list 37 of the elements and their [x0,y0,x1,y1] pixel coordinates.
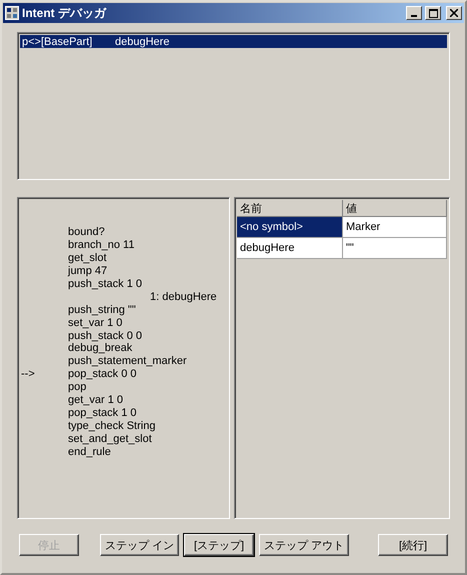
code-line: set_var 1 0 [68,316,122,329]
code-line: pop_stack 1 0 [68,406,136,419]
code-line: push_stack 0 0 [68,330,142,342]
app-icon [5,6,19,20]
code-line: debug_break [68,342,132,354]
command-button[interactable]: [続行] [378,534,448,556]
code-line: push_string "" [68,304,136,316]
command-button[interactable]: [ステップ] [184,534,254,556]
command-button[interactable]: ステップ イン [100,534,180,556]
close-icon [450,9,458,17]
code-line: get_slot [68,252,107,264]
column-header[interactable]: 値 [343,200,447,217]
code-line: branch_no 11 [68,239,134,252]
minimize-button[interactable] [406,6,422,20]
name-cell[interactable]: <no symbol> [237,217,343,238]
code-line: push_statement_marker [68,355,187,368]
maximize-button[interactable] [425,6,441,20]
code-line: pop [68,381,86,394]
code-line: set_and_get_slot [68,432,152,445]
maximize-icon [428,8,438,18]
column-header[interactable]: 名前 [237,200,343,217]
value-cell[interactable]: "" [343,238,447,259]
code-line: jump 47 [68,265,108,278]
name-cell[interactable]: debugHere [237,238,343,259]
code-line: end_rule [68,446,111,458]
code-line: 1: debugHere [150,290,217,303]
code-line: get_var 1 0 [68,394,124,406]
value-cell[interactable]: Marker [343,217,447,238]
code-line: pop_stack 0 0 [68,368,136,380]
code-line: type_check String [68,420,156,432]
current-line-marker: --> [21,368,35,380]
code-line: bound? [68,226,105,238]
close-button[interactable] [446,6,462,20]
command-button[interactable]: ステップ アウト [259,534,350,556]
window-title: Intent デバッガ [22,4,108,22]
call-stack-row[interactable]: p<>[BasePart] debugHere [20,35,447,48]
code-line: push_stack 1 0 [68,278,142,290]
